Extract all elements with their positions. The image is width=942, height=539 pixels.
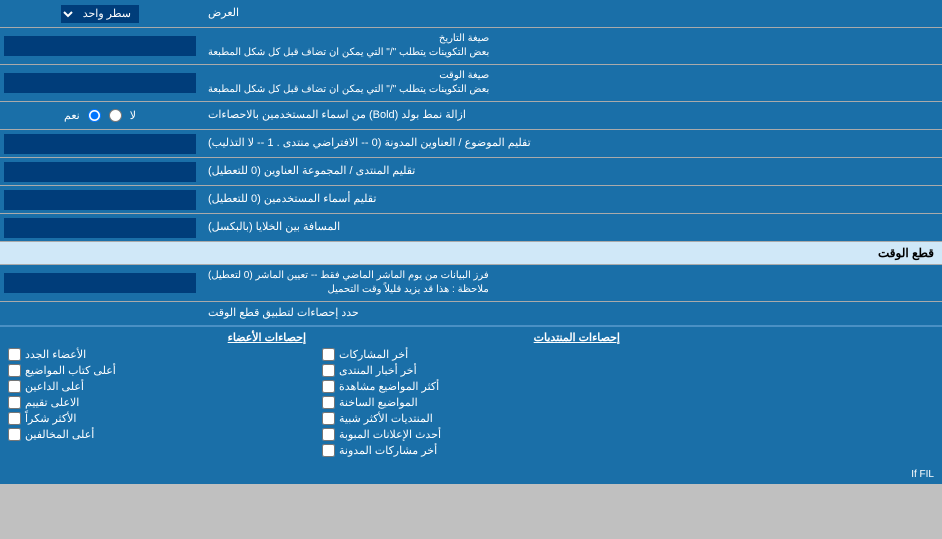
bottom-text: If FIL xyxy=(911,469,934,480)
cb-forum-2-label: أخر أخبار المنتدى xyxy=(339,364,417,377)
time-format-input[interactable]: H:i xyxy=(4,73,196,93)
cb-member-2-input[interactable] xyxy=(8,364,21,377)
cutoff-input-cell[interactable]: 0 xyxy=(0,265,200,301)
cb-forum-7[interactable]: أخر مشاركات المدونة xyxy=(322,444,620,457)
display-row: العرض سطر واحدسطرينثلاثة أسطر xyxy=(0,0,942,28)
topic-title-input[interactable]: 33 xyxy=(4,134,196,154)
cb-member-2-label: أعلى كتاب المواضيع xyxy=(25,364,116,377)
define-stats-label: حدد إحصاءات لتطبيق قطع الوقت xyxy=(200,302,942,325)
display-select[interactable]: سطر واحدسطرينثلاثة أسطر xyxy=(61,5,139,23)
cb-member-1-label: الأعضاء الجدد xyxy=(25,348,86,361)
cb-forum-6-input[interactable] xyxy=(322,428,335,441)
bold-remove-radio-cell[interactable]: لا نعم xyxy=(0,102,200,129)
forum-stats-col: إحصاءات المنتديات أخر المشاركات أخر أخبا… xyxy=(314,327,628,464)
cb-member-1[interactable]: الأعضاء الجدد xyxy=(8,348,306,361)
date-format-input-cell[interactable]: d-m xyxy=(0,28,200,64)
topic-title-label: تقليم الموضوع / العناوين المدونة (0 -- ا… xyxy=(200,130,942,157)
display-select-cell[interactable]: سطر واحدسطرينثلاثة أسطر xyxy=(0,0,200,27)
cb-member-4-label: الاعلى تقييم xyxy=(25,396,79,409)
username-trim-input-cell[interactable]: 0 xyxy=(0,186,200,213)
cb-forum-1-input[interactable] xyxy=(322,348,335,361)
radio-yes[interactable] xyxy=(88,109,101,122)
forum-stats-header: إحصاءات المنتديات xyxy=(322,331,620,344)
cb-forum-7-label: أخر مشاركات المدونة xyxy=(339,444,437,457)
bold-remove-label: ازالة نمط بولد (Bold) من اسماء المستخدمي… xyxy=(200,102,942,129)
cb-member-5[interactable]: الأكثر شكراً xyxy=(8,412,306,425)
cb-forum-5-label: المنتديات الأكثر شبية xyxy=(339,412,433,425)
cb-member-4[interactable]: الاعلى تقييم xyxy=(8,396,306,409)
cb-member-6-label: أعلى المخالفين xyxy=(25,428,94,441)
cell-spacing-input-cell[interactable]: 2 xyxy=(0,214,200,241)
bold-remove-row: ازالة نمط بولد (Bold) من اسماء المستخدمي… xyxy=(0,102,942,130)
cutoff-row: فرز البيانات من يوم الماشر الماضي فقط --… xyxy=(0,265,942,302)
cb-forum-4-input[interactable] xyxy=(322,396,335,409)
cb-member-4-input[interactable] xyxy=(8,396,21,409)
username-trim-input[interactable]: 0 xyxy=(4,190,196,210)
username-trim-row: تقليم أسماء المستخدمين (0 للتعطيل) 0 xyxy=(0,186,942,214)
bottom-bar: If FIL xyxy=(0,464,942,484)
cb-forum-7-input[interactable] xyxy=(322,444,335,457)
cb-forum-5-input[interactable] xyxy=(322,412,335,425)
date-format-label: صيغة التاريخ بعض التكوينات يتطلب "/" الت… xyxy=(200,28,942,64)
cutoff-section-header: قطع الوقت xyxy=(0,242,942,265)
cb-forum-2-input[interactable] xyxy=(322,364,335,377)
cb-member-1-input[interactable] xyxy=(8,348,21,361)
date-format-row: صيغة التاريخ بعض التكوينات يتطلب "/" الت… xyxy=(0,28,942,65)
topic-title-row: تقليم الموضوع / العناوين المدونة (0 -- ا… xyxy=(0,130,942,158)
cutoff-label: فرز البيانات من يوم الماشر الماضي فقط --… xyxy=(200,265,942,301)
cutoff-input[interactable]: 0 xyxy=(4,273,196,293)
forum-title-row: تقليم المنتدى / المجموعة العناوين (0 للت… xyxy=(0,158,942,186)
cb-forum-1-label: أخر المشاركات xyxy=(339,348,408,361)
empty-col xyxy=(628,327,942,464)
radio-no[interactable] xyxy=(109,109,122,122)
forum-title-input-cell[interactable]: 33 xyxy=(0,158,200,185)
cell-spacing-label: المسافة بين الخلايا (بالبكسل) xyxy=(200,214,942,241)
time-format-row: صيغة الوقت بعض التكوينات يتطلب "/" التي … xyxy=(0,65,942,102)
time-format-input-cell[interactable]: H:i xyxy=(0,65,200,101)
cb-member-6-input[interactable] xyxy=(8,428,21,441)
username-trim-label: تقليم أسماء المستخدمين (0 للتعطيل) xyxy=(200,186,942,213)
cb-forum-4-label: المواضيع الساخنة xyxy=(339,396,418,409)
cb-member-5-input[interactable] xyxy=(8,412,21,425)
define-stats-row: حدد إحصاءات لتطبيق قطع الوقت xyxy=(0,302,942,326)
display-label: العرض xyxy=(200,0,942,27)
cb-member-2[interactable]: أعلى كتاب المواضيع xyxy=(8,364,306,377)
forum-title-label: تقليم المنتدى / المجموعة العناوين (0 للت… xyxy=(200,158,942,185)
cb-member-3-label: أعلى الداعين xyxy=(25,380,84,393)
radio-label-yes: نعم xyxy=(64,109,80,122)
forum-title-input[interactable]: 33 xyxy=(4,162,196,182)
cb-member-3-input[interactable] xyxy=(8,380,21,393)
cb-forum-4[interactable]: المواضيع الساخنة xyxy=(322,396,620,409)
main-container: العرض سطر واحدسطرينثلاثة أسطر صيغة التار… xyxy=(0,0,942,484)
cell-spacing-row: المسافة بين الخلايا (بالبكسل) 2 xyxy=(0,214,942,242)
cb-member-6[interactable]: أعلى المخالفين xyxy=(8,428,306,441)
cb-forum-3-input[interactable] xyxy=(322,380,335,393)
cb-member-3[interactable]: أعلى الداعين xyxy=(8,380,306,393)
cb-forum-6-label: أحدث الإعلانات المبوبة xyxy=(339,428,441,441)
checkboxes-container: إحصاءات المنتديات أخر المشاركات أخر أخبا… xyxy=(0,326,942,464)
topic-title-input-cell[interactable]: 33 xyxy=(0,130,200,157)
time-format-label: صيغة الوقت بعض التكوينات يتطلب "/" التي … xyxy=(200,65,942,101)
cb-forum-3-label: أكثر المواضيع مشاهدة xyxy=(339,380,439,393)
cb-forum-2[interactable]: أخر أخبار المنتدى xyxy=(322,364,620,377)
cb-forum-5[interactable]: المنتديات الأكثر شبية xyxy=(322,412,620,425)
cell-spacing-input[interactable]: 2 xyxy=(4,218,196,238)
member-stats-col: إحصاءات الأعضاء الأعضاء الجدد أعلى كتاب … xyxy=(0,327,314,464)
cb-member-5-label: الأكثر شكراً xyxy=(25,412,76,425)
radio-label-no: لا xyxy=(130,109,136,122)
cb-forum-1[interactable]: أخر المشاركات xyxy=(322,348,620,361)
member-stats-header: إحصاءات الأعضاء xyxy=(8,331,306,344)
cb-forum-3[interactable]: أكثر المواضيع مشاهدة xyxy=(322,380,620,393)
cb-forum-6[interactable]: أحدث الإعلانات المبوبة xyxy=(322,428,620,441)
date-format-input[interactable]: d-m xyxy=(4,36,196,56)
